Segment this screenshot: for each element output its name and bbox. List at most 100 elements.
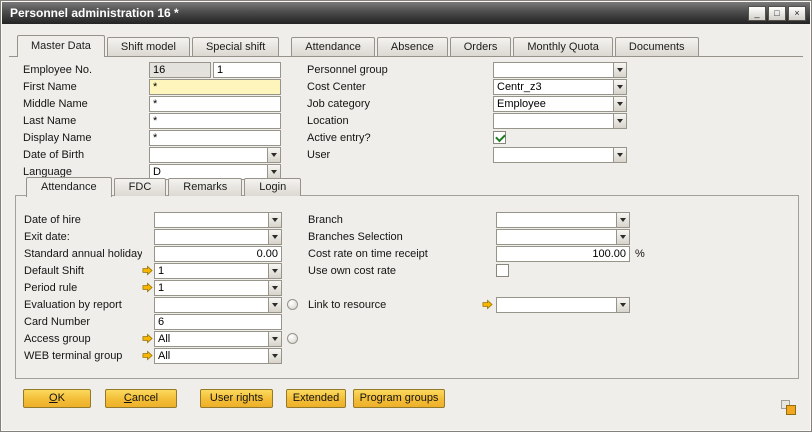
default-shift-dropdown[interactable]: 1 xyxy=(154,263,282,279)
extended-button[interactable]: Extended xyxy=(286,389,346,408)
date-of-birth-dropdown[interactable] xyxy=(149,147,281,163)
dropdown-button[interactable] xyxy=(268,281,281,295)
main-tabstrip: Master Data Shift model Special shift At… xyxy=(9,34,803,57)
active-entry-checkbox[interactable] xyxy=(493,131,506,144)
display-name-row: Display Name * xyxy=(23,129,285,146)
period-rule-label: Period rule xyxy=(24,282,142,294)
subtab-fdc[interactable]: FDC xyxy=(114,178,167,196)
dropdown-button[interactable] xyxy=(616,230,629,244)
last-name-row: Last Name * xyxy=(23,112,285,129)
tab-attendance[interactable]: Attendance xyxy=(291,37,375,56)
tab-special-shift[interactable]: Special shift xyxy=(192,37,279,56)
minimize-button[interactable]: _ xyxy=(748,6,766,21)
user-row: User xyxy=(307,146,629,163)
location-dropdown[interactable] xyxy=(493,113,627,129)
tab-documents[interactable]: Documents xyxy=(615,37,699,56)
access-group-dropdown[interactable]: All xyxy=(154,331,282,347)
date-of-hire-dropdown[interactable] xyxy=(154,212,282,228)
standard-annual-holiday-label: Standard annual holiday xyxy=(24,248,142,260)
job-category-value: Employee xyxy=(497,98,546,110)
tab-monthly-quota[interactable]: Monthly Quota xyxy=(513,37,613,56)
dropdown-button[interactable] xyxy=(616,213,629,227)
chevron-down-icon xyxy=(272,354,278,358)
user-dropdown[interactable] xyxy=(493,147,627,163)
chevron-down-icon xyxy=(620,218,626,222)
standard-annual-holiday-field[interactable]: 0.00 xyxy=(154,246,282,262)
subtab-login[interactable]: Login xyxy=(244,178,301,196)
tab-master-data[interactable]: Master Data xyxy=(17,35,105,57)
tab-absence[interactable]: Absence xyxy=(377,37,448,56)
link-arrow-icon[interactable] xyxy=(142,265,154,276)
branches-selection-dropdown[interactable] xyxy=(496,229,630,245)
tab-shift-model[interactable]: Shift model xyxy=(107,37,190,56)
last-name-field[interactable]: * xyxy=(149,113,281,129)
cancel-button[interactable]: Cancel xyxy=(105,389,177,408)
job-category-dropdown[interactable]: Employee xyxy=(493,96,627,112)
dropdown-button[interactable] xyxy=(267,148,280,162)
default-shift-row: Default Shift 1 xyxy=(24,262,296,279)
dropdown-button[interactable] xyxy=(613,63,626,77)
cost-rate-field[interactable]: 100.00 xyxy=(496,246,630,262)
period-rule-value: 1 xyxy=(158,282,164,294)
selector-circle-icon[interactable] xyxy=(287,333,298,344)
display-name-field[interactable]: * xyxy=(149,130,281,146)
web-terminal-group-dropdown[interactable]: All xyxy=(154,348,282,364)
cost-rate-label: Cost rate on time receipt xyxy=(308,248,482,260)
chevron-down-icon xyxy=(272,269,278,273)
dropdown-button[interactable] xyxy=(268,332,281,346)
link-to-resource-dropdown[interactable] xyxy=(496,297,630,313)
use-own-cost-rate-checkbox[interactable] xyxy=(496,264,509,277)
subtab-remarks[interactable]: Remarks xyxy=(168,178,242,196)
dropdown-button[interactable] xyxy=(613,148,626,162)
program-groups-button[interactable]: Program groups xyxy=(353,389,445,408)
ok-button[interactable]: OK xyxy=(23,389,91,408)
dropdown-button[interactable] xyxy=(268,213,281,227)
dropdown-button[interactable] xyxy=(268,349,281,363)
branches-selection-row: Branches Selection xyxy=(308,228,648,245)
personnel-group-dropdown[interactable] xyxy=(493,62,627,78)
evaluation-by-report-row: Evaluation by report xyxy=(24,296,314,313)
branch-dropdown[interactable] xyxy=(496,212,630,228)
dropdown-button[interactable] xyxy=(613,114,626,128)
period-rule-dropdown[interactable]: 1 xyxy=(154,280,282,296)
last-name-label: Last Name xyxy=(23,115,149,127)
maximize-button[interactable]: □ xyxy=(768,6,786,21)
first-name-label: First Name xyxy=(23,81,149,93)
link-arrow-icon[interactable] xyxy=(142,333,154,344)
active-entry-label: Active entry? xyxy=(307,132,493,144)
evaluation-by-report-dropdown[interactable] xyxy=(154,297,282,313)
dropdown-button[interactable] xyxy=(613,97,626,111)
web-terminal-group-label: WEB terminal group xyxy=(24,350,142,362)
link-arrow-icon[interactable] xyxy=(482,299,496,310)
selector-circle-icon[interactable] xyxy=(287,299,298,310)
first-name-field[interactable]: * xyxy=(149,79,281,95)
web-terminal-group-row: WEB terminal group All xyxy=(24,347,296,364)
link-arrow-icon[interactable] xyxy=(142,350,154,361)
chevron-down-icon xyxy=(271,153,277,157)
sub-tabstrip: Attendance FDC Remarks Login xyxy=(26,176,303,196)
personnel-administration-window: Personnel administration 16 * _ □ × Mast… xyxy=(0,0,812,432)
card-number-field[interactable]: 6 xyxy=(154,314,282,330)
tab-orders[interactable]: Orders xyxy=(450,37,512,56)
dropdown-button[interactable] xyxy=(268,264,281,278)
dropdown-button[interactable] xyxy=(268,230,281,244)
date-of-birth-label: Date of Birth xyxy=(23,149,149,161)
user-rights-button[interactable]: User rights xyxy=(200,389,273,408)
link-to-resource-label: Link to resource xyxy=(308,299,482,311)
employee-no-field-2[interactable]: 1 xyxy=(213,62,281,78)
location-row: Location xyxy=(307,112,629,129)
dropdown-button[interactable] xyxy=(616,298,629,312)
link-arrow-icon[interactable] xyxy=(142,282,154,293)
branches-selection-label: Branches Selection xyxy=(308,231,482,243)
close-button[interactable]: × xyxy=(788,6,806,21)
subtab-attendance[interactable]: Attendance xyxy=(26,177,112,197)
chevron-down-icon xyxy=(617,153,623,157)
dropdown-button[interactable] xyxy=(268,298,281,312)
resize-grip[interactable] xyxy=(780,399,797,421)
access-group-row: Access group All xyxy=(24,330,314,347)
exit-date-dropdown[interactable] xyxy=(154,229,282,245)
cost-center-dropdown[interactable]: Centr_z3 xyxy=(493,79,627,95)
dropdown-button[interactable] xyxy=(613,80,626,94)
titlebar[interactable]: Personnel administration 16 * _ □ × xyxy=(2,2,810,24)
middle-name-field[interactable]: * xyxy=(149,96,281,112)
